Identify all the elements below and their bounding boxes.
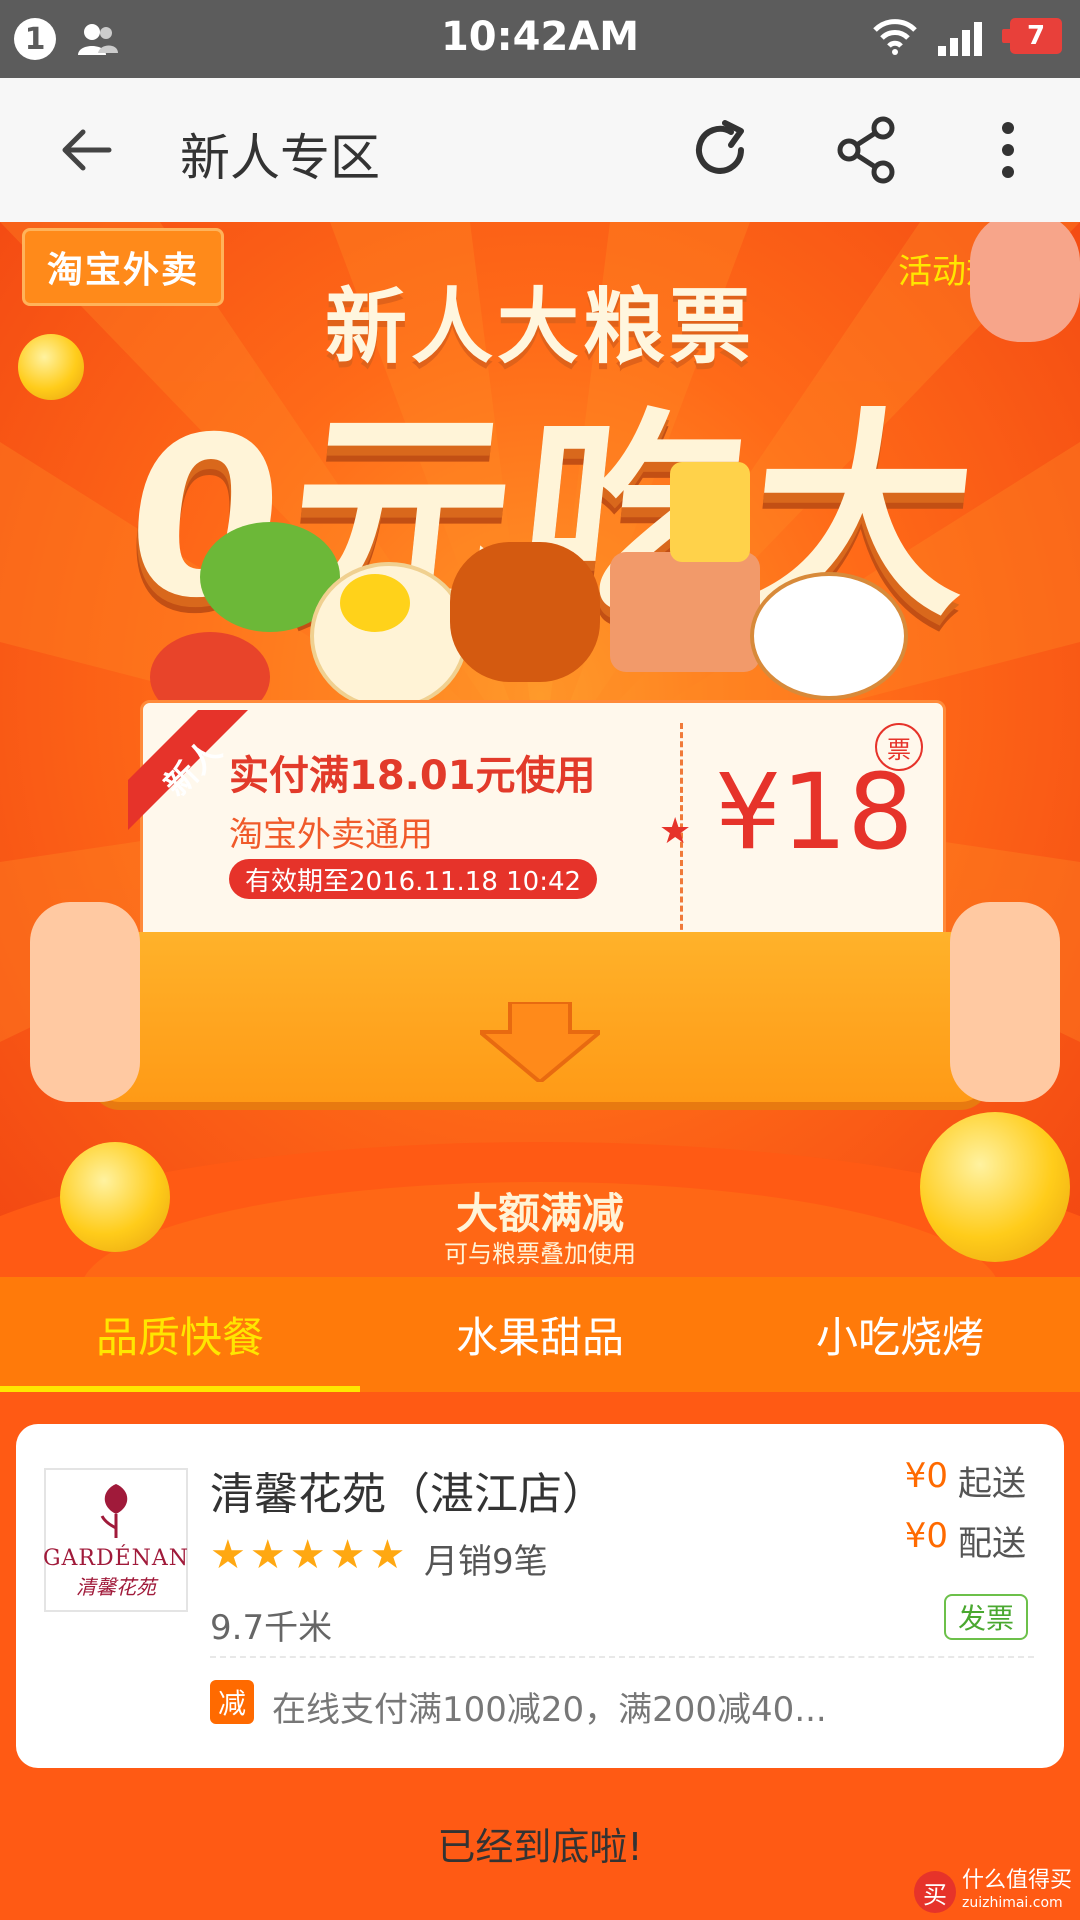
star-icon: ★ xyxy=(329,1532,366,1578)
signal-icon xyxy=(938,22,982,56)
tab-quality-fast-food[interactable]: 品质快餐 xyxy=(0,1277,360,1392)
shop-name: 清馨花苑（湛江店） xyxy=(210,1469,606,1520)
invoice-badge: 发票 xyxy=(944,1594,1028,1640)
refresh-button[interactable] xyxy=(684,114,756,186)
down-arrow-icon xyxy=(480,1002,600,1082)
min-order-row: ¥0 起送 xyxy=(905,1456,1026,1505)
watermark-url: zuizhimai.com xyxy=(961,1895,1063,1911)
watermark-logo-icon: 买 xyxy=(913,1871,956,1913)
promo-title: 大额满减 xyxy=(455,1189,624,1238)
coupon-amount: ¥18 xyxy=(715,751,914,873)
shop-logo-chinese: 清馨花苑 xyxy=(76,1575,156,1599)
share-button[interactable] xyxy=(830,114,902,186)
coupon-ticket[interactable]: 实付满18.01元使用 淘宝外卖通用 有效期至2016.11.18 10:42 … xyxy=(140,700,946,962)
watermark-name: 什么值得买 xyxy=(961,1868,1072,1893)
star-icon: ★ xyxy=(659,811,692,852)
shop-card[interactable]: GARDÉNAN 清馨花苑 清馨花苑（湛江店） ★ ★ ★ ★ ★ 月销9笔 9… xyxy=(16,1424,1064,1768)
status-right: 7 xyxy=(872,16,1062,56)
min-order-price: ¥0 xyxy=(904,1456,948,1496)
star-icon: ★ xyxy=(249,1532,286,1578)
right-hand-illustration xyxy=(950,902,1060,1102)
shop-logo: GARDÉNAN 清馨花苑 xyxy=(42,1468,190,1612)
more-vertical-icon xyxy=(1002,122,1014,178)
refresh-icon xyxy=(696,120,744,174)
more-menu-button[interactable] xyxy=(972,114,1044,186)
shop-distance: 9.7千米 xyxy=(210,1608,333,1648)
delivery-fee-label: 配送 xyxy=(958,1524,1026,1564)
gold-coin-decoration xyxy=(18,334,84,400)
min-order-label: 起送 xyxy=(958,1464,1026,1504)
coupon-scope: 淘宝外卖通用 xyxy=(229,815,433,855)
ham-decoration xyxy=(970,222,1080,342)
coupon-validity: 有效期至2016.11.18 10:42 xyxy=(229,859,598,899)
left-hand-illustration xyxy=(30,902,140,1102)
back-button[interactable] xyxy=(50,114,122,186)
end-of-list-text: 已经到底啦! xyxy=(437,1825,643,1869)
page-title: 新人专区 xyxy=(180,129,380,187)
star-icon: ★ xyxy=(210,1532,246,1578)
watermark-text: 什么值得买 zuizhimai.com xyxy=(962,1870,1072,1914)
food-illustration-bowl xyxy=(750,572,908,700)
delivery-fee-row: ¥0 配送 xyxy=(905,1516,1026,1565)
card-divider xyxy=(210,1656,1034,1658)
category-tabs: 品质快餐 水果甜品 小吃烧烤 xyxy=(0,1277,1080,1392)
delivery-fee-price: ¥0 xyxy=(904,1516,948,1556)
share-icon xyxy=(837,116,895,184)
discount-badge: 减 xyxy=(210,1680,254,1724)
food-illustration-bread xyxy=(450,542,600,682)
promo-banner[interactable]: 淘宝外卖 活动规则 新人大粮票 0元吃大餐 实付满18.01元使用 淘宝外卖通用… xyxy=(0,222,1080,1277)
status-bar: 1 10:42AM 7 xyxy=(0,0,1080,78)
tab-snacks-bbq[interactable]: 小吃烧烤 xyxy=(720,1277,1080,1392)
promo-subtitle: 可与粮票叠加使用 xyxy=(444,1240,636,1268)
rating-stars: ★ ★ ★ ★ ★ xyxy=(210,1532,405,1578)
coupon-condition: 实付满18.01元使用 xyxy=(229,753,596,799)
ticket-stamp: 票 xyxy=(875,723,923,771)
food-illustration-sandwich xyxy=(610,552,760,672)
shop-logo-brand: GARDÉNAN xyxy=(42,1546,190,1571)
new-user-ribbon: 新人 xyxy=(128,710,248,830)
watermark: 买 什么值得买 zuizhimai.com xyxy=(913,1870,1072,1914)
app-toolbar: 新人专区 xyxy=(0,78,1080,224)
food-illustration-beer xyxy=(670,462,750,562)
monthly-sales: 月销9笔 xyxy=(424,1542,548,1582)
wifi-icon xyxy=(873,19,917,55)
tulip-icon xyxy=(100,1484,128,1538)
back-arrow-icon xyxy=(62,129,112,171)
tab-fruit-dessert[interactable]: 水果甜品 xyxy=(360,1277,720,1392)
star-icon: ★ xyxy=(289,1532,326,1578)
star-icon: ★ xyxy=(369,1532,406,1578)
battery-icon: 7 xyxy=(1002,18,1062,54)
shop-list: GARDÉNAN 清馨花苑 清馨花苑（湛江店） ★ ★ ★ ★ ★ 月销9笔 9… xyxy=(0,1392,1080,1920)
food-illustration-egg xyxy=(340,574,410,632)
discount-text: 在线支付满100减20，满200减40... xyxy=(272,1690,827,1730)
